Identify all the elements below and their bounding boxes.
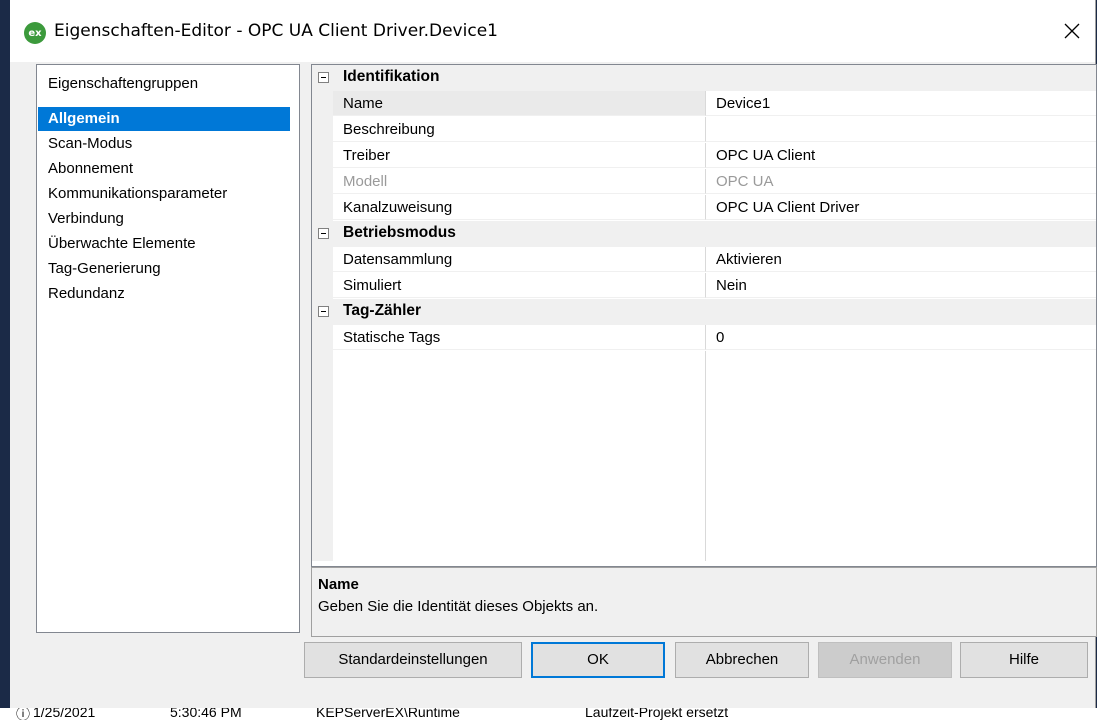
property-row-datensammlung[interactable]: Datensammlung Aktivieren xyxy=(312,247,1096,273)
category-label: Identifikation xyxy=(343,68,440,85)
log-message: Laufzeit-Projekt ersetzt xyxy=(585,708,729,720)
property-name: Treiber xyxy=(333,143,706,168)
description-panel: Name Geben Sie die Identität dieses Obje… xyxy=(311,567,1097,637)
log-time: 5:30:46 PM xyxy=(170,708,242,720)
property-row-name[interactable]: Name Device1 xyxy=(312,91,1096,117)
property-name: Modell xyxy=(333,169,706,194)
window-title: Eigenschaften-Editor - OPC UA Client Dri… xyxy=(54,21,498,41)
category-betriebsmodus[interactable]: Betriebsmodus xyxy=(312,221,1096,247)
background-event-log: ⓘ 1/25/2021 5:30:46 PM KEPServerEX\Runti… xyxy=(0,708,1097,720)
property-name: Name xyxy=(333,91,706,116)
sidebar-item-redundanz[interactable]: Redundanz xyxy=(38,282,290,306)
close-icon xyxy=(1064,23,1080,39)
property-row-statische-tags[interactable]: Statische Tags 0 xyxy=(312,325,1096,351)
property-value[interactable]: Nein xyxy=(706,273,1096,298)
property-value[interactable]: OPC UA Client Driver xyxy=(706,195,1096,220)
desktop-background xyxy=(0,0,10,708)
property-groups-header: Eigenschaftengruppen xyxy=(48,75,199,92)
row-margin xyxy=(312,169,333,195)
grid-empty-margin xyxy=(312,351,333,561)
sidebar-item-kommunikationsparameter[interactable]: Kommunikationsparameter xyxy=(38,182,290,206)
property-groups-list[interactable]: Eigenschaftengruppen Allgemein Scan-Modu… xyxy=(36,64,300,633)
properties-dialog: ex Eigenschaften-Editor - OPC UA Client … xyxy=(10,0,1097,708)
sidebar-item-ueberwachte-elemente[interactable]: Überwachte Elemente xyxy=(38,232,290,256)
info-icon: ⓘ xyxy=(16,708,30,720)
help-button[interactable]: Hilfe xyxy=(960,642,1088,678)
close-button[interactable] xyxy=(1049,10,1095,52)
property-value[interactable]: Aktivieren xyxy=(706,247,1096,272)
sidebar-item-abonnement[interactable]: Abonnement xyxy=(38,157,290,181)
apply-button: Anwenden xyxy=(818,642,952,678)
property-value: OPC UA xyxy=(706,169,1096,194)
property-row-modell[interactable]: Modell OPC UA xyxy=(312,169,1096,195)
property-value[interactable] xyxy=(706,117,1096,142)
sidebar-item-tag-generierung[interactable]: Tag-Generierung xyxy=(38,257,290,281)
row-margin xyxy=(312,247,333,273)
row-margin xyxy=(312,143,333,169)
property-name: Kanalzuweisung xyxy=(333,195,706,220)
row-margin xyxy=(312,273,333,299)
sidebar-item-verbindung[interactable]: Verbindung xyxy=(38,207,290,231)
collapse-icon[interactable] xyxy=(318,72,329,83)
description-title: Name xyxy=(318,576,359,593)
row-margin xyxy=(312,195,333,221)
collapse-icon[interactable] xyxy=(318,228,329,239)
property-name: Beschreibung xyxy=(333,117,706,142)
grid-empty-area xyxy=(333,351,706,561)
log-source: KEPServerEX\Runtime xyxy=(316,708,460,720)
property-name: Statische Tags xyxy=(333,325,706,350)
category-identifikation[interactable]: Identifikation xyxy=(312,65,1096,91)
property-name: Datensammlung xyxy=(333,247,706,272)
sidebar-item-allgemein[interactable]: Allgemein xyxy=(38,107,290,131)
category-label: Tag-Zähler xyxy=(343,302,422,319)
defaults-button[interactable]: Standardeinstellungen xyxy=(304,642,522,678)
category-tag-zaehler[interactable]: Tag-Zähler xyxy=(312,299,1096,325)
property-row-kanalzuweisung[interactable]: Kanalzuweisung OPC UA Client Driver xyxy=(312,195,1096,221)
title-bar[interactable]: ex Eigenschaften-Editor - OPC UA Client … xyxy=(10,0,1095,62)
property-row-treiber[interactable]: Treiber OPC UA Client xyxy=(312,143,1096,169)
row-margin xyxy=(312,325,333,351)
property-row-beschreibung[interactable]: Beschreibung xyxy=(312,117,1096,143)
property-value[interactable]: OPC UA Client xyxy=(706,143,1096,168)
collapse-icon[interactable] xyxy=(318,306,329,317)
app-icon: ex xyxy=(24,22,46,44)
row-margin xyxy=(312,91,333,117)
property-name: Simuliert xyxy=(333,273,706,298)
log-date: 1/25/2021 xyxy=(33,708,96,720)
row-margin xyxy=(312,117,333,143)
property-grid[interactable]: Identifikation Name Device1 Beschreibung… xyxy=(311,64,1097,567)
ok-button[interactable]: OK xyxy=(531,642,665,678)
description-text: Geben Sie die Identität dieses Objekts a… xyxy=(318,598,599,615)
sidebar-item-scan-modus[interactable]: Scan-Modus xyxy=(38,132,290,156)
cancel-button[interactable]: Abbrechen xyxy=(675,642,809,678)
property-row-simuliert[interactable]: Simuliert Nein xyxy=(312,273,1096,299)
property-value[interactable]: Device1 xyxy=(706,91,1096,116)
property-value[interactable]: 0 xyxy=(706,325,1096,350)
category-label: Betriebsmodus xyxy=(343,224,456,241)
